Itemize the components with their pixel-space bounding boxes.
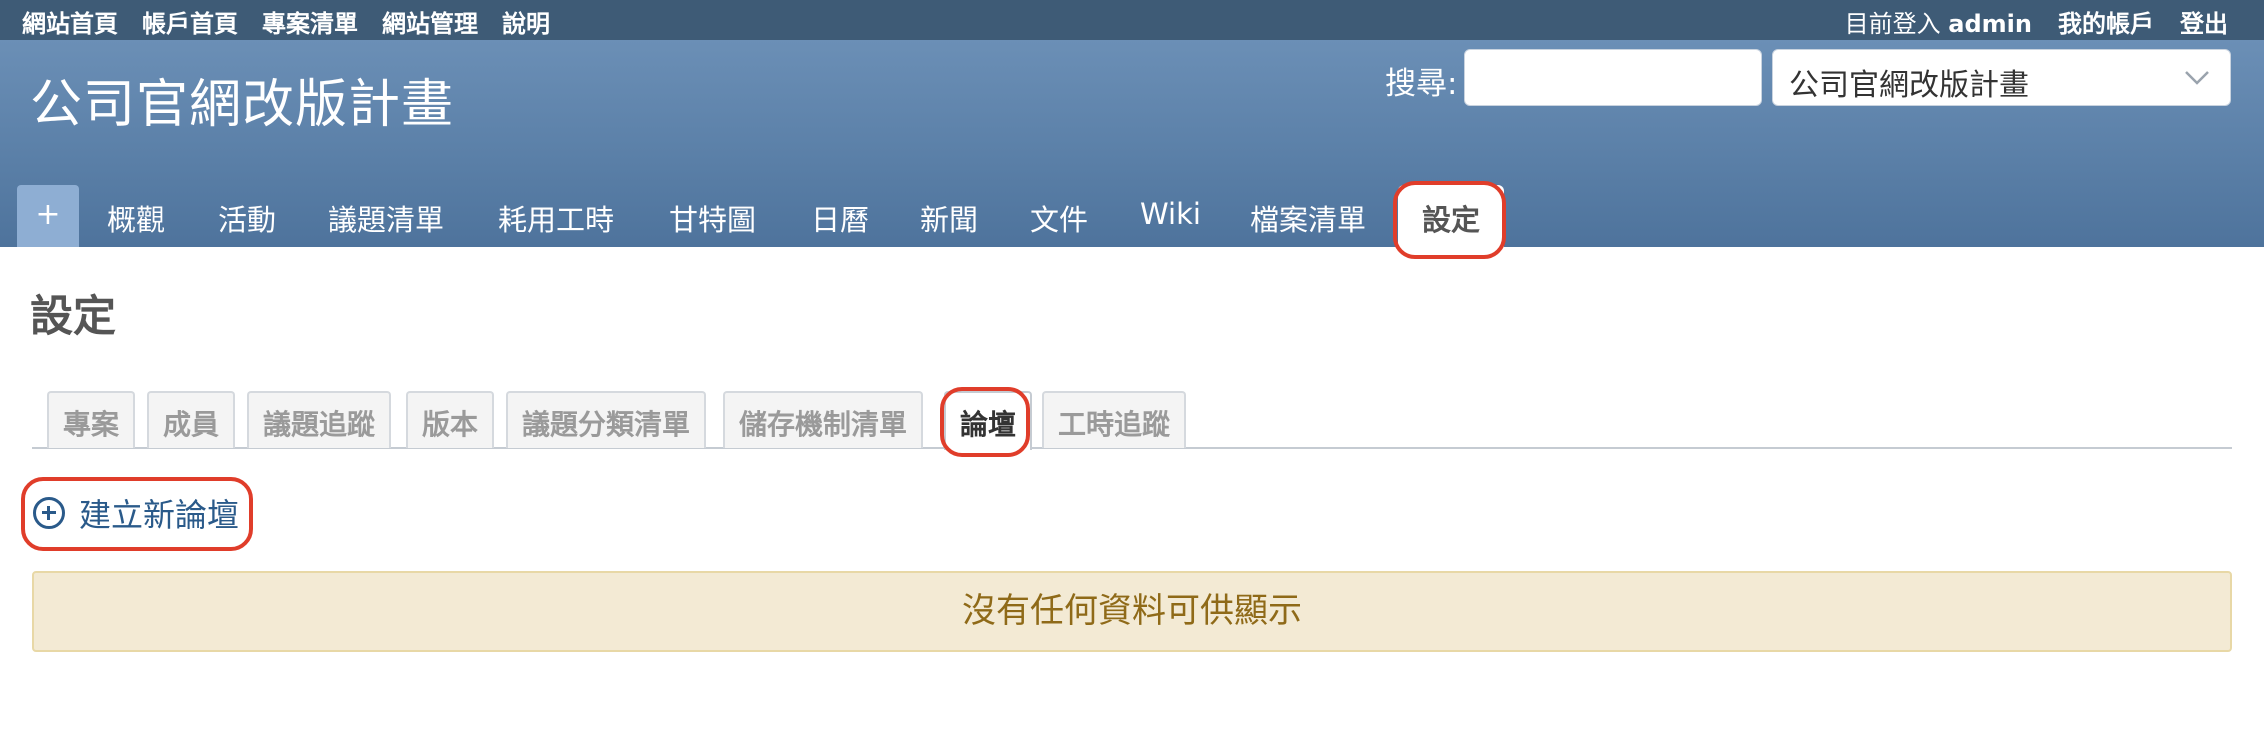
search-label: 搜尋:	[1385, 66, 1458, 102]
tab-documents[interactable]: 文件	[1030, 197, 1088, 239]
logout-link[interactable]: 登出	[2180, 4, 2228, 39]
logged-in-user-link[interactable]: admin	[1948, 10, 2032, 38]
tab-gantt[interactable]: 甘特圖	[669, 197, 756, 239]
tab-calendar[interactable]: 日曆	[811, 197, 869, 239]
chevron-down-icon	[2185, 71, 2209, 85]
tab-activity[interactable]: 活動	[218, 197, 276, 239]
settings-tab-project[interactable]: 專案	[47, 391, 136, 448]
page-title: 設定	[30, 292, 116, 342]
settings-tab-highlight	[1393, 181, 1506, 259]
settings-tab-issue-categories[interactable]: 議題分類清單	[506, 391, 707, 448]
nav-projects-link[interactable]: 專案清單	[262, 4, 358, 39]
settings-tab-versions[interactable]: 版本	[406, 391, 495, 448]
nav-help-link[interactable]: 說明	[502, 4, 550, 39]
tab-wiki[interactable]: Wiki	[1140, 197, 1201, 231]
top-menu-right: 目前登入 admin 我的帳戶 登出	[1845, 4, 2228, 39]
project-jump-select[interactable]: 公司官網改版計畫	[1772, 49, 2231, 106]
top-menu-bar: 網站首頁 帳戶首頁 專案清單 網站管理 說明 目前登入 admin 我的帳戶 登…	[0, 0, 2264, 40]
tab-files[interactable]: 檔案清單	[1250, 197, 1366, 239]
settings-tab-repositories[interactable]: 儲存機制清單	[723, 391, 924, 448]
nav-home-link[interactable]: 網站首頁	[22, 4, 118, 39]
logged-in-label: 目前登入	[1844, 10, 1941, 38]
new-forum-highlight	[21, 477, 253, 551]
tab-overview[interactable]: 概觀	[107, 197, 165, 239]
settings-tab-members[interactable]: 成員	[147, 391, 236, 448]
search-input[interactable]	[1464, 49, 1762, 106]
top-menu-left: 網站首頁 帳戶首頁 專案清單 網站管理 說明	[22, 4, 550, 39]
forums-tab-highlight	[940, 387, 1030, 457]
settings-tab-time-tracking[interactable]: 工時追蹤	[1042, 391, 1187, 448]
tab-spent-time[interactable]: 耗用工時	[498, 197, 614, 239]
logged-in-status: 目前登入 admin	[1845, 4, 2032, 39]
new-object-button[interactable]: +	[17, 185, 79, 247]
tab-issues[interactable]: 議題清單	[328, 197, 444, 239]
my-account-link[interactable]: 我的帳戶	[2058, 4, 2154, 39]
no-data-message: 沒有任何資料可供顯示	[32, 571, 2232, 652]
tab-news[interactable]: 新聞	[920, 197, 978, 239]
project-jump-value: 公司官網改版計畫	[1789, 68, 2029, 103]
project-title: 公司官網改版計畫	[30, 75, 455, 135]
nav-administration-link[interactable]: 網站管理	[382, 4, 478, 39]
settings-tab-issue-tracking[interactable]: 議題追蹤	[247, 391, 392, 448]
nav-my-page-link[interactable]: 帳戶首頁	[142, 4, 238, 39]
